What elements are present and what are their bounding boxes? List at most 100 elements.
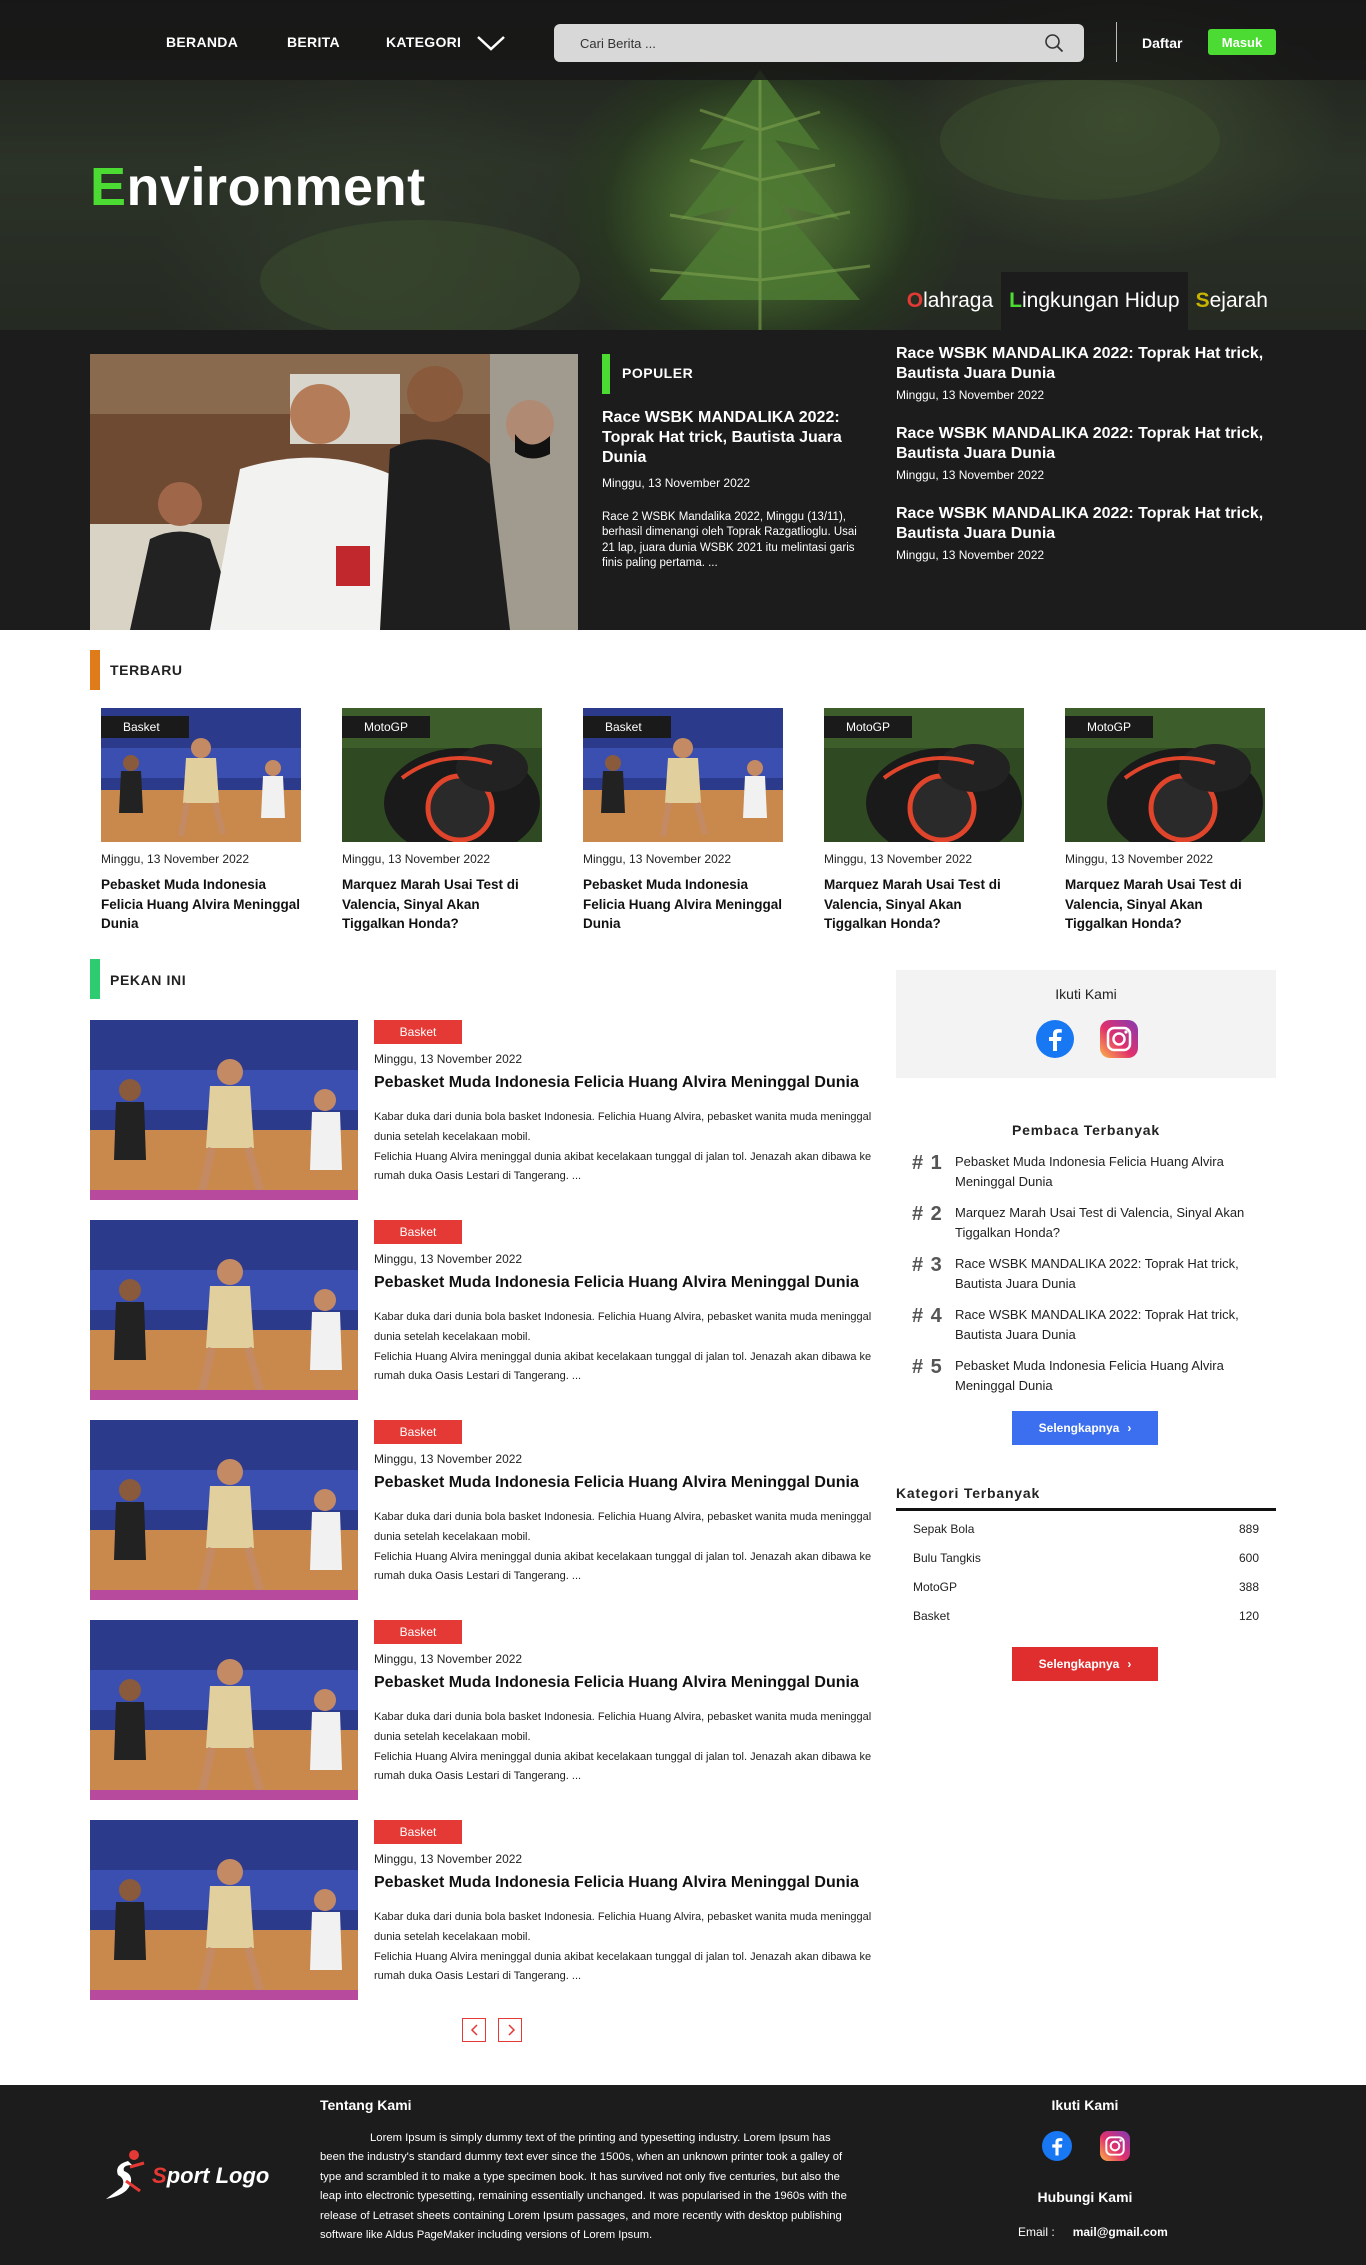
most-read-more-button[interactable]: Selengkapnya › — [1012, 1411, 1158, 1445]
category-badge[interactable]: Basket — [374, 1820, 462, 1844]
basketball-image[interactable] — [90, 1020, 358, 1200]
search-input[interactable] — [554, 24, 1084, 62]
tab-lingkungan-hidup[interactable]: Lingkungan Hidup — [1001, 272, 1188, 330]
instagram-icon[interactable] — [1100, 1020, 1138, 1058]
login-button[interactable]: Masuk — [1208, 29, 1276, 55]
popular-side-item[interactable]: Race WSBK MANDALIKA 2022: Toprak Hat tri… — [896, 424, 1296, 482]
latest-card[interactable]: MotoGP Minggu, 13 November 2022 Marquez … — [342, 708, 542, 934]
nav-beranda[interactable]: BERANDA — [166, 34, 238, 50]
chevron-right-icon — [508, 2024, 516, 2036]
sport-logo[interactable]: Sport Logo — [100, 2147, 290, 2203]
search-icon[interactable] — [1044, 33, 1064, 53]
popular-headline[interactable]: Race WSBK MANDALIKA 2022: Toprak Hat tri… — [602, 408, 862, 468]
categories-more-button[interactable]: Selengkapnya › — [1012, 1647, 1158, 1681]
email-link[interactable]: mail@gmail.com — [1073, 2225, 1168, 2239]
category-count: 120 — [1238, 1609, 1259, 1623]
rank-title[interactable]: Pebasket Muda Indonesia Felicia Huang Al… — [955, 1152, 1275, 1191]
article-title[interactable]: Pebasket Muda Indonesia Felicia Huang Al… — [374, 1474, 859, 1492]
latest-card[interactable]: MotoGP Minggu, 13 November 2022 Marquez … — [1065, 708, 1265, 934]
article-title[interactable]: Pebasket Muda Indonesia Felicia Huang Al… — [374, 1074, 859, 1092]
facebook-icon[interactable] — [1036, 1020, 1074, 1058]
tab-sejarah[interactable]: Sejarah — [1188, 272, 1276, 330]
popular-excerpt: Race 2 WSBK Mandalika 2022, Minggu (13/1… — [602, 511, 857, 569]
motogp-image[interactable]: MotoGP — [342, 708, 542, 842]
category-badge[interactable]: Basket — [374, 1420, 462, 1444]
rank-title[interactable]: Race WSBK MANDALIKA 2022: Toprak Hat tri… — [955, 1305, 1275, 1344]
category-badge[interactable]: MotoGP — [1065, 716, 1153, 738]
category-name[interactable]: Basket — [913, 1609, 950, 1623]
chevron-down-icon[interactable] — [476, 34, 506, 52]
basketball-image[interactable] — [90, 1820, 358, 2000]
popular-side-item[interactable]: Race WSBK MANDALIKA 2022: Toprak Hat tri… — [896, 504, 1296, 562]
hero-banner: BERANDA BERITA KATEGORI Daftar Masuk Env… — [0, 0, 1366, 330]
category-row[interactable]: Bulu Tangkis 600 — [913, 1551, 1259, 1565]
article-title[interactable]: Pebasket Muda Indonesia Felicia Huang Al… — [374, 1674, 859, 1692]
basketball-image[interactable] — [90, 1220, 358, 1400]
category-name[interactable]: Sepak Bola — [913, 1522, 974, 1536]
category-count: 889 — [1238, 1522, 1259, 1536]
chevron-left-icon — [470, 2024, 478, 2036]
category-count: 388 — [1238, 1580, 1259, 1594]
side-item-title[interactable]: Race WSBK MANDALIKA 2022: Toprak Hat tri… — [896, 504, 1296, 544]
week-article-row[interactable]: Basket Minggu, 13 November 2022 Pebasket… — [90, 1020, 880, 1200]
week-article-row[interactable]: Basket Minggu, 13 November 2022 Pebasket… — [90, 1820, 880, 2000]
article-title[interactable]: Pebasket Muda Indonesia Felicia Huang Al… — [374, 1274, 859, 1292]
basketball-image[interactable] — [90, 1620, 358, 1800]
top-categories-title: Kategori Terbanyak — [896, 1485, 1041, 1501]
category-name[interactable]: Bulu Tangkis — [913, 1551, 981, 1565]
category-badge[interactable]: MotoGP — [824, 716, 912, 738]
next-page-button[interactable] — [498, 2018, 522, 2042]
side-item-title[interactable]: Race WSBK MANDALIKA 2022: Toprak Hat tri… — [896, 344, 1296, 384]
rank-title[interactable]: Race WSBK MANDALIKA 2022: Toprak Hat tri… — [955, 1254, 1275, 1293]
basketball-image[interactable] — [90, 1420, 358, 1600]
article-date: Minggu, 13 November 2022 — [374, 1652, 523, 1666]
article-date: Minggu, 13 November 2022 — [374, 1252, 523, 1266]
facebook-icon[interactable] — [1042, 2131, 1072, 2161]
category-name[interactable]: MotoGP — [913, 1580, 957, 1594]
category-badge[interactable]: Basket — [583, 716, 671, 738]
week-article-row[interactable]: Basket Minggu, 13 November 2022 Pebasket… — [90, 1620, 880, 1800]
week-article-row[interactable]: Basket Minggu, 13 November 2022 Pebasket… — [90, 1420, 880, 1600]
follow-us-box: Ikuti Kami — [896, 970, 1276, 1078]
latest-card[interactable]: Basket Minggu, 13 November 2022 Pebasket… — [583, 708, 783, 934]
rank-number: # 2 — [912, 1203, 943, 1225]
motogp-image[interactable]: MotoGP — [1065, 708, 1265, 842]
card-title[interactable]: Marquez Marah Usai Test di Valencia, Sin… — [1065, 875, 1265, 934]
motogp-image[interactable]: MotoGP — [824, 708, 1024, 842]
nav-berita[interactable]: BERITA — [287, 34, 340, 50]
rank-title[interactable]: Marquez Marah Usai Test di Valencia, Sin… — [955, 1203, 1275, 1242]
nav-kategori[interactable]: KATEGORI — [386, 34, 461, 50]
rank-title[interactable]: Pebasket Muda Indonesia Felicia Huang Al… — [955, 1356, 1275, 1395]
rank-number: # 4 — [912, 1305, 943, 1327]
category-badge[interactable]: Basket — [374, 1220, 462, 1244]
card-date: Minggu, 13 November 2022 — [101, 852, 250, 866]
category-badge[interactable]: Basket — [374, 1620, 462, 1644]
card-title[interactable]: Pebasket Muda Indonesia Felicia Huang Al… — [101, 875, 301, 934]
contact-title: Hubungi Kami — [1037, 2189, 1133, 2205]
popular-side-item[interactable]: Race WSBK MANDALIKA 2022: Toprak Hat tri… — [896, 344, 1296, 402]
side-item-title[interactable]: Race WSBK MANDALIKA 2022: Toprak Hat tri… — [896, 424, 1296, 464]
basketball-image[interactable]: Basket — [101, 708, 301, 842]
register-link[interactable]: Daftar — [1142, 35, 1182, 51]
featured-image[interactable] — [90, 354, 578, 630]
latest-card[interactable]: Basket Minggu, 13 November 2022 Pebasket… — [101, 708, 301, 934]
category-badge[interactable]: MotoGP — [342, 716, 430, 738]
category-badge[interactable]: Basket — [374, 1020, 462, 1044]
category-row[interactable]: Basket 120 — [913, 1609, 1259, 1623]
category-row[interactable]: MotoGP 388 — [913, 1580, 1259, 1594]
card-title[interactable]: Pebasket Muda Indonesia Felicia Huang Al… — [583, 875, 783, 934]
card-title[interactable]: Marquez Marah Usai Test di Valencia, Sin… — [824, 875, 1024, 934]
basketball-image[interactable]: Basket — [583, 708, 783, 842]
tab-olahraga[interactable]: Olahraga — [899, 272, 1001, 330]
category-row[interactable]: Sepak Bola 889 — [913, 1522, 1259, 1536]
article-title[interactable]: Pebasket Muda Indonesia Felicia Huang Al… — [374, 1874, 859, 1892]
prev-page-button[interactable] — [462, 2018, 486, 2042]
card-title[interactable]: Marquez Marah Usai Test di Valencia, Sin… — [342, 875, 542, 934]
week-article-row[interactable]: Basket Minggu, 13 November 2022 Pebasket… — [90, 1220, 880, 1400]
follow-us-title: Ikuti Kami — [1055, 986, 1117, 1002]
rank-number: # 5 — [912, 1356, 943, 1378]
instagram-icon[interactable] — [1100, 2131, 1130, 2161]
category-badge[interactable]: Basket — [101, 716, 189, 738]
latest-card[interactable]: MotoGP Minggu, 13 November 2022 Marquez … — [824, 708, 1024, 934]
card-date: Minggu, 13 November 2022 — [1065, 852, 1214, 866]
